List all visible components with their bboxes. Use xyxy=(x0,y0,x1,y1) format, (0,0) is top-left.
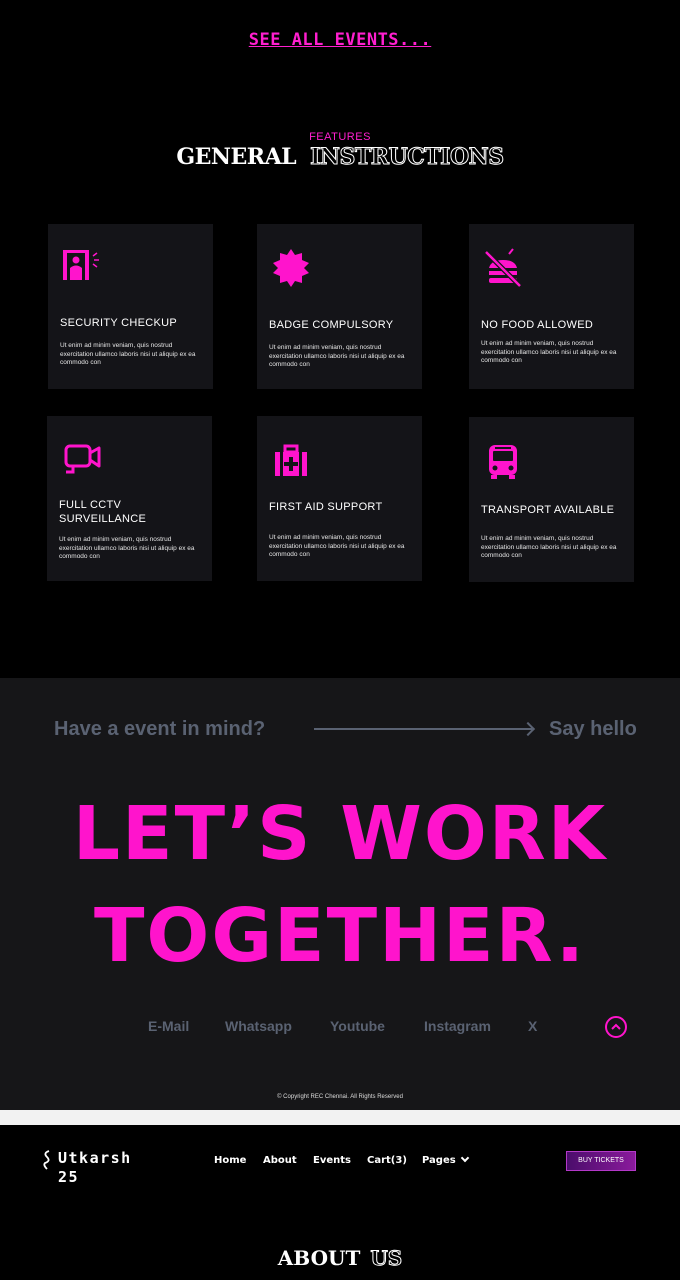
feature-card-desc: Ut enim ad minim veniam, quis nostrud ex… xyxy=(269,344,405,369)
nav-about[interactable]: About xyxy=(263,1155,297,1166)
logo-text[interactable]: Utkarsh 25 xyxy=(58,1149,132,1187)
feature-card-title: SECURITY CHECKUP xyxy=(60,317,178,329)
feature-card-desc: Ut enim ad minim veniam, quis nostrud ex… xyxy=(59,536,195,561)
feature-card-title: NO FOOD ALLOWED xyxy=(481,319,594,331)
nav-pages-label: Pages xyxy=(422,1155,456,1166)
feature-card-badge: BADGE COMPULSORY Ut enim ad minim veniam… xyxy=(257,224,422,389)
social-link-youtube[interactable]: Youtube xyxy=(330,1018,385,1034)
feature-card-security: SECURITY CHECKUP Ut enim ad minim veniam… xyxy=(48,224,213,389)
feature-card-desc: Ut enim ad minim veniam, quis nostrud ex… xyxy=(269,534,405,559)
features-title-word1: GENERAL xyxy=(176,144,297,170)
buy-tickets-button[interactable]: BUY TICKETS xyxy=(566,1151,636,1171)
copyright-text: © Copyright REC Chennai. All Rights Rese… xyxy=(277,1094,403,1100)
social-link-x[interactable]: X xyxy=(528,1018,537,1034)
contact-prompt: Have a event in mind? xyxy=(54,718,266,740)
badge-icon xyxy=(273,249,309,287)
nav-cart[interactable]: Cart(3) xyxy=(367,1155,407,1166)
arrow-right-icon xyxy=(314,728,532,730)
bus-icon xyxy=(489,445,517,479)
feature-card-first-aid: FIRST AID SUPPORT Ut enim ad minim venia… xyxy=(257,416,422,581)
nav-home[interactable]: Home xyxy=(214,1155,246,1166)
feature-card-title: TRANSPORT AVAILABLE xyxy=(481,504,615,516)
see-all-events-wrap: SEE ALL EVENTS... xyxy=(0,30,680,50)
scroll-top-button[interactable] xyxy=(605,1016,627,1038)
social-link-email[interactable]: E-Mail xyxy=(148,1018,189,1034)
social-link-instagram[interactable]: Instagram xyxy=(424,1018,491,1034)
nav-events[interactable]: Events xyxy=(313,1155,351,1166)
feature-card-no-food: NO FOOD ALLOWED Ut enim ad minim veniam,… xyxy=(469,224,634,389)
about-title-word2: US xyxy=(370,1246,403,1271)
feature-card-desc: Ut enim ad minim veniam, quis nostrud ex… xyxy=(60,342,196,367)
security-gate-icon xyxy=(63,250,99,280)
no-food-icon xyxy=(484,248,522,288)
social-link-whatsapp[interactable]: Whatsapp xyxy=(225,1018,292,1034)
features-eyebrow: FEATURES xyxy=(309,131,371,143)
nav-pages[interactable]: Pages xyxy=(422,1153,469,1166)
headline-line1: LET’S WORK xyxy=(72,791,608,877)
feature-card-title: BADGE COMPULSORY xyxy=(269,319,394,331)
feature-card-desc: Ut enim ad minim veniam, quis nostrud ex… xyxy=(481,535,617,560)
feature-card-desc: Ut enim ad minim veniam, quis nostrud ex… xyxy=(481,340,617,365)
contact-section: Have a event in mind? Say hello LET’S WO… xyxy=(0,678,680,1110)
divider-bar xyxy=(0,1110,680,1125)
navbar: Utkarsh 25 Home About Events Cart(3) Pag… xyxy=(0,1125,680,1205)
about-title: ABOUT US xyxy=(0,1246,680,1271)
chevron-down-icon xyxy=(460,1153,469,1163)
cctv-camera-icon xyxy=(64,444,101,474)
feature-card-title: FIRST AID SUPPORT xyxy=(269,501,383,513)
headline-line2: TOGETHER. xyxy=(93,893,587,979)
say-hello-link[interactable]: Say hello xyxy=(549,718,637,741)
logo-icon xyxy=(43,1150,50,1170)
first-aid-kit-icon xyxy=(275,444,307,476)
chevron-up-icon xyxy=(611,1023,621,1030)
logo-line2: 25 xyxy=(58,1168,80,1186)
logo-line1: Utkarsh xyxy=(58,1149,132,1167)
feature-card-cctv: FULL CCTV SURVEILLANCE Ut enim ad minim … xyxy=(47,416,212,581)
about-title-word1: ABOUT xyxy=(277,1246,361,1270)
features-title: GENERAL INSTRUCTIONS xyxy=(0,144,680,171)
see-all-events-link[interactable]: SEE ALL EVENTS... xyxy=(249,30,432,50)
feature-card-transport: TRANSPORT AVAILABLE Ut enim ad minim ven… xyxy=(469,417,634,582)
feature-card-title: FULL CCTV SURVEILLANCE xyxy=(59,499,147,525)
features-title-word2: INSTRUCTIONS xyxy=(310,144,505,171)
